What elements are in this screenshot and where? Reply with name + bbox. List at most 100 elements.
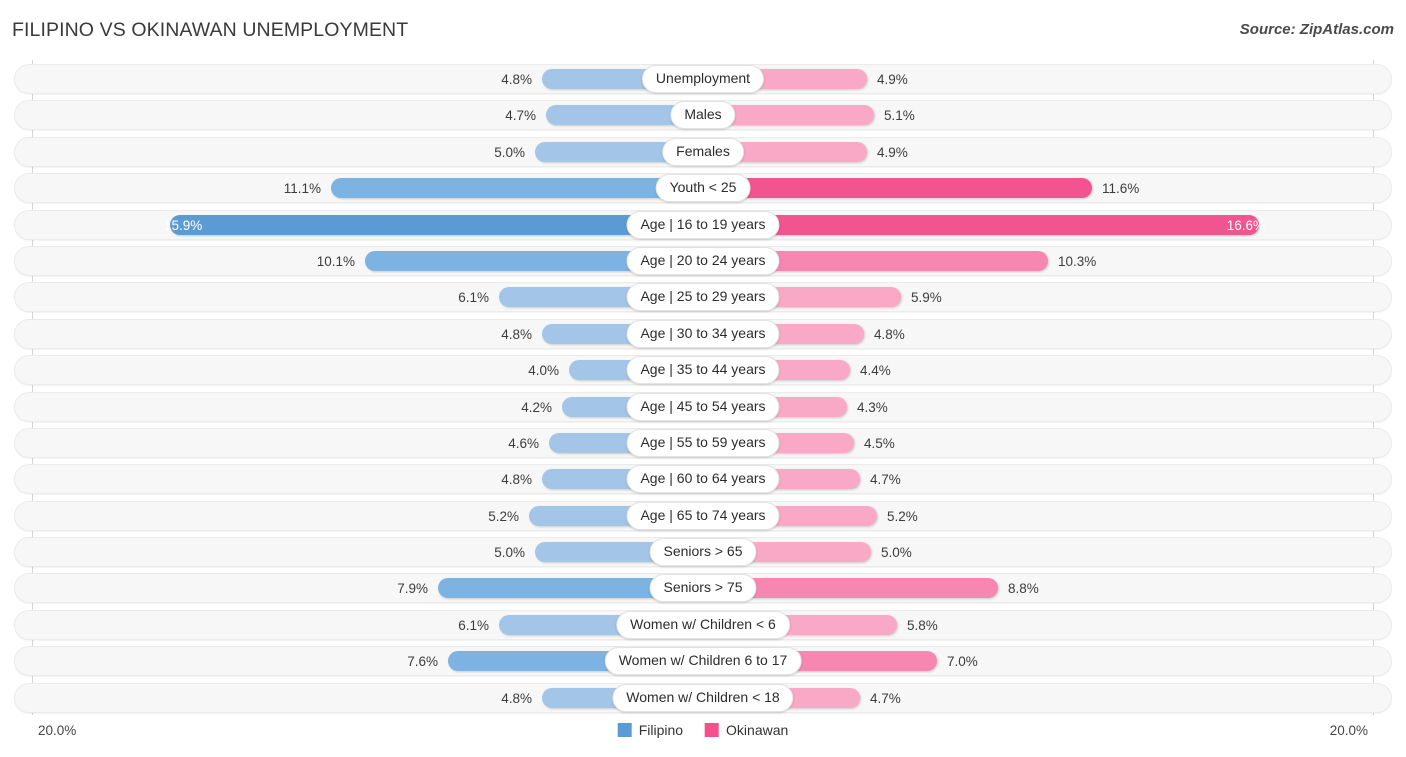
bar-value-okinawan: 5.2% (887, 508, 918, 524)
bar-value-filipino: 5.0% (494, 144, 525, 160)
bar-value-filipino: 4.8% (501, 690, 532, 706)
row-half-okinawan: 4.5% (703, 429, 1391, 457)
table-row: 10.1% 10.3% Age | 20 to 24 years (14, 245, 1392, 276)
row-half-filipino: 5.0% (15, 138, 703, 166)
row-half-filipino: 4.6% (15, 429, 703, 457)
legend-item[interactable]: Filipino (617, 722, 684, 738)
row-half-okinawan: 7.0% (703, 647, 1391, 675)
bar-value-filipino: 5.0% (494, 545, 525, 561)
bar-value-filipino: 4.8% (501, 472, 532, 488)
category-label: Age | 35 to 44 years (626, 356, 780, 385)
category-label: Age | 65 to 74 years (626, 501, 780, 530)
row-half-okinawan: 4.8% (703, 320, 1391, 348)
row-half-filipino: 5.2% (15, 502, 703, 530)
bar-value-okinawan: 16.6% (1226, 217, 1265, 233)
legend-swatch-filipino (617, 723, 632, 737)
bar-value-filipino: 7.9% (397, 581, 428, 597)
row-half-okinawan: 10.3% (703, 247, 1391, 275)
row-half-okinawan: 16.6% (703, 211, 1391, 239)
bar-value-filipino: 7.6% (407, 654, 438, 670)
row-half-okinawan: 4.4% (703, 356, 1391, 384)
row-half-filipino: 5.0% (15, 538, 703, 566)
row-half-okinawan: 5.9% (703, 283, 1391, 311)
category-label: Age | 45 to 54 years (626, 392, 780, 421)
bar-value-okinawan: 4.4% (860, 363, 891, 379)
table-row: 5.2% 5.2% Age | 65 to 74 years (14, 500, 1392, 531)
axis-max-left: 20.0% (38, 723, 77, 738)
row-half-filipino: 4.0% (15, 356, 703, 384)
bar-value-filipino: 4.6% (508, 435, 539, 451)
table-row: 5.0% 4.9% Females (14, 136, 1392, 167)
source-attribution: Source: ZipAtlas.com (1239, 21, 1394, 38)
category-label: Women w/ Children < 18 (612, 683, 794, 712)
table-row: 4.8% 4.7% Age | 60 to 64 years (14, 464, 1392, 495)
category-label: Seniors > 75 (649, 574, 757, 603)
chart-header: FILIPINO VS OKINAWAN UNEMPLOYMENT Source… (0, 0, 1406, 60)
bar-value-filipino: 6.1% (458, 617, 489, 633)
bar-okinawan (703, 214, 1259, 235)
category-label: Youth < 25 (655, 174, 751, 203)
table-row: 4.6% 4.5% Age | 55 to 59 years (14, 427, 1392, 458)
row-half-filipino: 10.1% (15, 247, 703, 275)
bar-value-okinawan: 4.3% (857, 399, 888, 415)
bar-value-filipino: 15.9% (164, 217, 203, 233)
chart-root: FILIPINO VS OKINAWAN UNEMPLOYMENT Source… (0, 0, 1406, 757)
table-row: 4.2% 4.3% Age | 45 to 54 years (14, 391, 1392, 422)
table-row: 4.8% 4.8% Age | 30 to 34 years (14, 318, 1392, 349)
bar-filipino (170, 214, 703, 235)
legend-label: Filipino (638, 722, 684, 738)
table-row: 4.8% 4.9% Unemployment (14, 64, 1392, 94)
row-half-okinawan: 8.8% (703, 574, 1391, 602)
row-half-filipino: 4.8% (15, 65, 703, 93)
category-label: Males (670, 101, 736, 130)
bar-value-okinawan: 8.8% (1008, 581, 1039, 597)
category-label: Age | 55 to 59 years (626, 428, 780, 457)
table-row: 4.0% 4.4% Age | 35 to 44 years (14, 355, 1392, 386)
category-label: Age | 20 to 24 years (626, 246, 780, 275)
bar-value-okinawan: 5.1% (884, 108, 915, 124)
row-half-okinawan: 11.6% (703, 174, 1391, 202)
row-half-okinawan: 4.7% (703, 684, 1391, 712)
bar-filipino (331, 178, 703, 199)
table-row: 6.1% 5.9% Age | 25 to 29 years (14, 282, 1392, 313)
bar-value-filipino: 6.1% (458, 290, 489, 306)
row-half-filipino: 4.8% (15, 320, 703, 348)
bar-value-okinawan: 11.6% (1102, 181, 1140, 197)
bar-value-filipino: 10.1% (316, 253, 355, 269)
bar-value-filipino: 4.7% (505, 108, 536, 124)
bar-value-okinawan: 4.8% (874, 326, 905, 342)
legend-label: Okinawan (726, 722, 789, 738)
plot-area: 4.8% 4.9% Unemployment 4.7% 5.1% Males 5.0% 4.9… (14, 60, 1392, 715)
row-half-filipino: 7.6% (15, 647, 703, 675)
row-half-filipino: 4.2% (15, 393, 703, 421)
row-half-filipino: 7.9% (15, 574, 703, 602)
bar-value-filipino: 4.0% (528, 363, 559, 379)
legend-swatch-okinawan (705, 723, 720, 737)
category-label: Women w/ Children 6 to 17 (604, 647, 802, 676)
row-half-filipino: 11.1% (15, 174, 703, 202)
row-half-okinawan: 4.9% (703, 138, 1391, 166)
row-half-filipino: 6.1% (15, 283, 703, 311)
bar-value-okinawan: 7.0% (947, 654, 978, 670)
category-label: Seniors > 65 (649, 538, 757, 567)
bar-value-okinawan: 10.3% (1058, 253, 1097, 269)
axis-max-right: 20.0% (1329, 723, 1368, 738)
row-half-filipino: 15.9% (15, 211, 703, 239)
table-row: 4.8% 4.7% Women w/ Children < 18 (14, 682, 1392, 713)
chart-footer: 20.0% Filipino Okinawan 20.0% (14, 716, 1392, 752)
bar-value-filipino: 4.2% (521, 399, 552, 415)
bar-value-okinawan: 4.7% (870, 472, 901, 488)
bar-value-okinawan: 5.9% (911, 290, 942, 306)
bar-value-filipino: 4.8% (501, 72, 532, 87)
chart-legend: Filipino Okinawan (617, 722, 788, 738)
bar-value-okinawan: 4.5% (864, 435, 895, 451)
table-row: 11.1% 11.6% Youth < 25 (14, 173, 1392, 204)
bar-value-okinawan: 4.9% (877, 72, 908, 87)
bar-value-filipino: 11.1% (283, 181, 321, 197)
row-half-okinawan: 5.2% (703, 502, 1391, 530)
row-half-okinawan: 4.7% (703, 465, 1391, 493)
category-label: Age | 60 to 64 years (626, 465, 780, 494)
legend-item[interactable]: Okinawan (705, 722, 788, 738)
page-title: FILIPINO VS OKINAWAN UNEMPLOYMENT (12, 19, 409, 41)
bar-value-okinawan: 4.7% (870, 690, 901, 706)
